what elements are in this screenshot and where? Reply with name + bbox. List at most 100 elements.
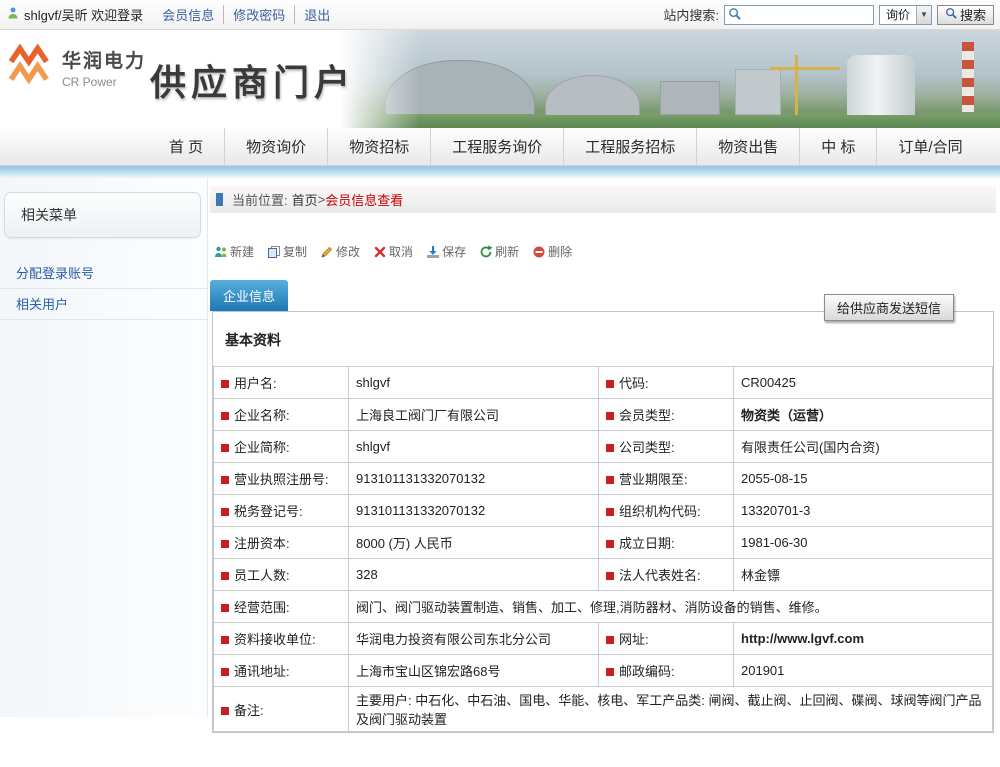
breadcrumb-label: 当前位置: [232,190,288,209]
field-label: 网址: [599,623,734,655]
field-value: 上海市宝山区锦宏路68号 [349,655,599,687]
company-profile-table: 用户名: shlgvf 代码: CR00425 企业名称: 上海良工阀门厂有限公… [213,366,993,732]
main-content: 当前位置: 首页 > 会员信息查看 新建 复制 修改 [208,178,1000,717]
logo-name-en: CR Power [62,75,146,89]
field-value: 1981-06-30 [734,527,993,559]
login-greeting: shlgvf/吴昕 欢迎登录 [24,5,143,24]
cancel-label: 取消 [389,243,413,260]
refresh-label: 刷新 [495,243,519,260]
field-value: CR00425 [734,367,993,399]
new-label: 新建 [230,243,254,260]
bullet-icon [606,412,614,420]
nav-service-tender[interactable]: 工程服务招标 [563,128,696,165]
member-info-link[interactable]: 会员信息 [153,5,223,24]
sidebar: 相关菜单 分配登录账号 相关用户 [0,178,208,717]
field-label: 营业执照注册号: [214,463,349,495]
edit-button[interactable]: 修改 [320,243,360,260]
sidebar-item-assign-account[interactable]: 分配登录账号 [0,258,207,289]
nav-material-tender[interactable]: 物资招标 [327,128,430,165]
copy-button[interactable]: 复制 [267,243,307,260]
bullet-icon [221,380,229,388]
site-search-input[interactable] [741,7,870,23]
search-category-select[interactable]: 询价 ▼ [879,5,932,25]
bullet-icon [221,508,229,516]
site-search-area: 站内搜索: 询价 ▼ 搜索 [663,5,994,25]
bullet-icon [221,604,229,612]
bullet-icon [606,540,614,548]
tab-company-info[interactable]: 企业信息 [210,280,288,311]
new-icon [214,245,228,259]
bullet-icon [221,444,229,452]
send-sms-button[interactable]: 给供应商发送短信 [824,294,954,321]
nav-home[interactable]: 首 页 [148,128,224,165]
bullet-icon [221,476,229,484]
nav-material-sale[interactable]: 物资出售 [696,128,799,165]
bullet-icon [606,668,614,676]
save-button[interactable]: 保存 [426,243,466,260]
new-button[interactable]: 新建 [214,243,254,260]
table-row: 资料接收单位: 华润电力投资有限公司东北分公司 网址: http://www.l… [214,623,993,655]
field-value: 阀门、阀门驱动装置制造、销售、加工、修理,消防器材、消防设备的销售、维修。 [349,591,993,623]
field-label: 经营范围: [214,591,349,623]
cancel-button[interactable]: 取消 [373,243,413,260]
search-category-value: 询价 [880,6,916,23]
field-value: 8000 (万) 人民币 [349,527,599,559]
bullet-icon [606,476,614,484]
breadcrumb-current-link[interactable]: 会员信息查看 [325,190,403,209]
field-label: 组织机构代码: [599,495,734,527]
field-value: 华润电力投资有限公司东北分公司 [349,623,599,655]
save-label: 保存 [442,243,466,260]
logo-name-cn: 华润电力 [62,46,146,73]
company-info-panel: 基本资料 用户名: shlgvf 代码: CR00425 企业名称: 上海良工阀… [212,311,994,733]
bullet-icon [221,707,229,715]
table-row: 营业执照注册号: 913101131332070132 营业期限至: 2055-… [214,463,993,495]
bullet-icon [221,668,229,676]
nav-award[interactable]: 中 标 [799,128,876,165]
bullet-icon [606,572,614,580]
photo-building [660,81,720,115]
bullet-icon [606,380,614,388]
delete-label: 删除 [548,243,572,260]
field-label: 企业简称: [214,431,349,463]
field-value: 林金镖 [734,559,993,591]
table-row: 注册资本: 8000 (万) 人民币 成立日期: 1981-06-30 [214,527,993,559]
save-icon [426,245,440,259]
field-label: 公司类型: [599,431,734,463]
nav-service-inquiry[interactable]: 工程服务询价 [430,128,563,165]
banner: 华润电力 CR Power 供应商门户 [0,30,1000,128]
nav-material-inquiry[interactable]: 物资询价 [224,128,327,165]
field-label: 会员类型: [599,399,734,431]
record-toolbar: 新建 复制 修改 取消 保存 [214,243,996,260]
refresh-button[interactable]: 刷新 [479,243,519,260]
bullet-icon [606,444,614,452]
page: shlgvf/吴昕 欢迎登录 会员信息 修改密码 退出 站内搜索: 询价 ▼ [0,0,1000,767]
field-label: 用户名: [214,367,349,399]
search-button[interactable]: 搜索 [937,5,994,25]
field-value: shlgvf [349,431,599,463]
photo-ground [340,114,1000,128]
chevron-down-icon: ▼ [916,6,931,24]
field-label: 邮政编码: [599,655,734,687]
refresh-icon [479,245,493,259]
nav-orders-contracts[interactable]: 订单/合同 [876,128,983,165]
tab-row: 企业信息 给供应商发送短信 [210,280,996,311]
user-icon [6,6,20,23]
field-value: 201901 [734,655,993,687]
search-input-wrap [724,5,874,25]
search-button-label: 搜索 [960,5,986,24]
field-value: 13320701-3 [734,495,993,527]
breadcrumb-home-link[interactable]: 首页 [292,190,318,209]
field-value: 2055-08-15 [734,463,993,495]
logout-link[interactable]: 退出 [294,5,339,24]
edit-icon [320,245,334,259]
sidebar-item-related-users[interactable]: 相关用户 [0,289,207,320]
breadcrumb-marker [216,193,223,206]
field-value: shlgvf [349,367,599,399]
table-row: 经营范围: 阀门、阀门驱动装置制造、销售、加工、修理,消防器材、消防设备的销售、… [214,591,993,623]
delete-button[interactable]: 删除 [532,243,572,260]
photo-crane [795,55,798,115]
field-label: 资料接收单位: [214,623,349,655]
search-icon [728,7,741,23]
change-password-link[interactable]: 修改密码 [223,5,294,24]
field-value: 物资类（运营） [734,399,993,431]
